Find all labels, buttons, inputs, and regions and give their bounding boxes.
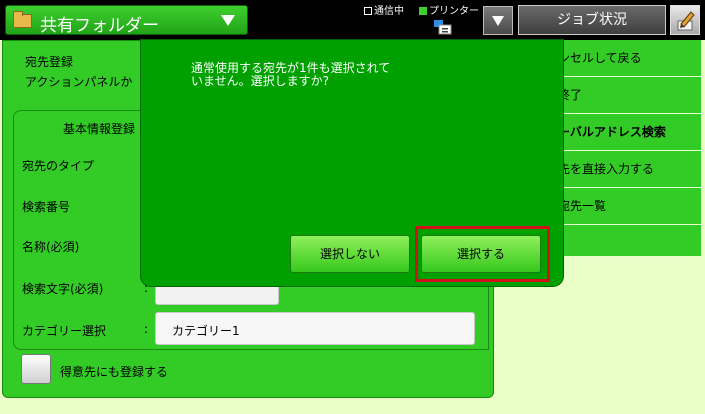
field-label-name: 名称(必須) [22, 240, 80, 254]
tab-basic-info[interactable]: 基本情報登録 [63, 120, 135, 137]
status-comm: 通信中 [364, 2, 404, 17]
status-comm-label: 通信中 [374, 6, 404, 17]
favorite-label: 得意先にも登録する [60, 365, 169, 379]
pencil-icon [677, 11, 695, 31]
printer-indicator-icon [419, 7, 427, 15]
category-select[interactable]: カテゴリー1 [155, 312, 475, 345]
triangle-down-icon [492, 16, 504, 26]
field-label-type: 宛先のタイプ [22, 159, 95, 173]
folder-dropdown[interactable]: 共有フォルダー [5, 5, 248, 36]
section-subtitle: アクションパネルか [25, 75, 133, 89]
printer-icon [434, 20, 452, 35]
folder-icon [13, 11, 32, 28]
edit-note-icon[interactable] [670, 5, 700, 35]
highlight-frame [415, 226, 550, 282]
chevron-down-icon [221, 15, 235, 26]
no-select-button[interactable]: 選択しない [290, 235, 410, 273]
field-label-category: カテゴリー選択 [22, 324, 107, 338]
favorite-checkbox[interactable] [21, 354, 51, 384]
dialog-message: 通常使用する宛先が1件も選択されて いません。選択しますか? [191, 61, 391, 88]
field-label-search-text: 検索文字(必須) [22, 282, 104, 296]
section-title: 宛先登録 [25, 55, 74, 69]
comm-indicator-icon [364, 7, 372, 15]
status-printer: プリンター [419, 2, 479, 17]
status-printer-label: プリンター [429, 6, 479, 17]
top-bar: 共有フォルダー 通信中 プリンター ジョブ状況 [0, 0, 705, 40]
status-dropdown-button[interactable] [483, 6, 513, 35]
field-label-search-no: 検索番号 [22, 200, 71, 214]
job-status-button[interactable]: ジョブ状況 [518, 5, 666, 35]
colon-category: : [144, 322, 149, 336]
folder-title: 共有フォルダー [40, 16, 159, 36]
